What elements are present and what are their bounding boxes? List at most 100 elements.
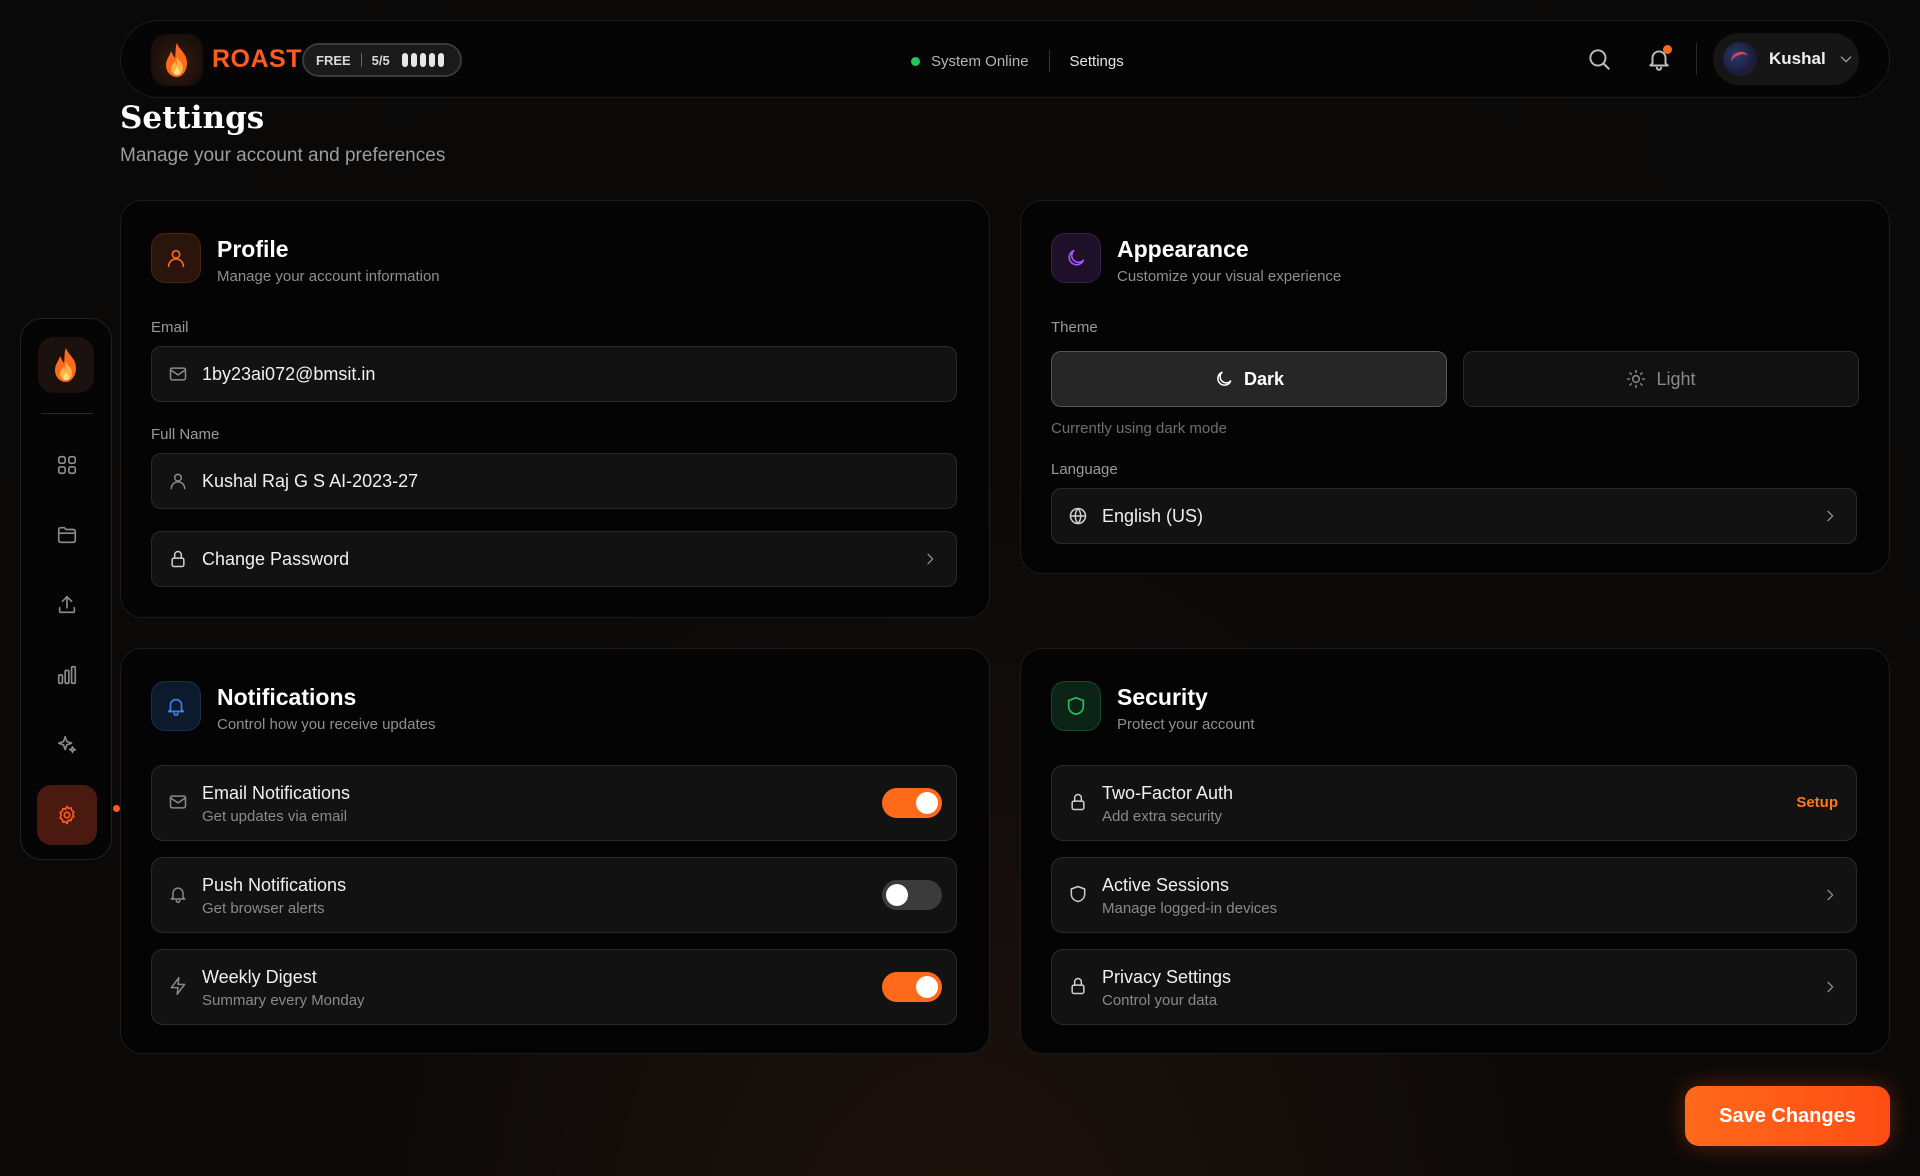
sidebar-item-ai[interactable] <box>45 723 89 767</box>
card-title: Profile <box>217 236 289 262</box>
save-changes-button[interactable]: Save Changes <box>1685 1086 1890 1146</box>
user-icon <box>168 471 188 491</box>
setup-2fa-button[interactable]: Setup <box>1796 794 1838 811</box>
email-label: Email <box>151 319 189 336</box>
card-subtitle: Protect your account <box>1117 716 1255 733</box>
header-divider <box>1048 50 1050 72</box>
card-title: Appearance <box>1117 236 1249 262</box>
shield-icon <box>1068 884 1088 904</box>
upload-icon <box>56 594 78 616</box>
full-name-value: Kushal Raj G S AI-2023-27 <box>202 470 419 491</box>
plan-badge[interactable]: FREE 5/5 <box>302 43 462 77</box>
email-value: 1by23ai072@bmsit.in <box>202 363 376 384</box>
bell-icon <box>151 681 201 731</box>
card-title: Security <box>1117 684 1208 710</box>
bell-icon[interactable] <box>1646 45 1672 72</box>
row-title: Push Notifications <box>202 875 347 895</box>
full-name-field[interactable]: Kushal Raj G S AI-2023-27 <box>151 453 957 509</box>
mail-icon <box>168 364 188 384</box>
row-title: Weekly Digest <box>202 967 317 987</box>
header-divider <box>1696 43 1697 75</box>
notifications-card: Notifications Control how you receive up… <box>120 648 990 1054</box>
chevron-right-icon <box>1822 887 1838 903</box>
weekly-digest-toggle[interactable] <box>882 972 942 1002</box>
sidebar-item-analytics[interactable] <box>45 653 89 697</box>
row-subtitle: Manage logged-in devices <box>1102 900 1278 917</box>
row-subtitle: Get browser alerts <box>202 900 325 917</box>
flame-icon[interactable] <box>38 337 94 393</box>
row-title: Email Notifications <box>202 783 351 803</box>
chevron-right-icon <box>1822 508 1838 524</box>
avatar <box>1723 42 1757 76</box>
brand-name[interactable]: ROAST <box>212 45 302 74</box>
security-row-2fa[interactable]: Two-Factor Auth Add extra security Setup <box>1051 765 1857 841</box>
full-name-label: Full Name <box>151 426 220 443</box>
sidebar <box>20 318 120 860</box>
bar-chart-icon <box>56 664 78 686</box>
notification-row-digest: Weekly Digest Summary every Monday <box>151 949 957 1025</box>
notification-dot <box>1663 45 1672 54</box>
breadcrumb[interactable]: Settings <box>1070 53 1124 70</box>
gear-icon <box>56 804 78 826</box>
top-header: ROAST FREE 5/5 System Online Settings Ku… <box>120 20 1890 98</box>
folder-icon <box>56 524 78 546</box>
email-field[interactable]: 1by23ai072@bmsit.in <box>151 346 957 402</box>
sparkles-icon <box>56 734 78 756</box>
theme-label: Theme <box>1051 319 1098 336</box>
grid-icon <box>56 454 78 476</box>
shield-icon <box>1051 681 1101 731</box>
card-subtitle: Manage your account information <box>217 268 440 285</box>
sidebar-item-upload[interactable] <box>45 583 89 627</box>
chevron-right-icon <box>1822 979 1838 995</box>
search-icon[interactable] <box>1586 46 1612 72</box>
card-title: Notifications <box>217 684 357 710</box>
sidebar-item-dashboard[interactable] <box>45 443 89 487</box>
change-password-label: Change Password <box>202 548 350 569</box>
plan-label: FREE <box>316 52 351 68</box>
theme-dark-button[interactable]: Dark <box>1051 351 1447 407</box>
active-indicator <box>113 805 120 812</box>
sidebar-item-files[interactable] <box>45 513 89 557</box>
moon-icon <box>1051 233 1101 283</box>
card-subtitle: Control how you receive updates <box>217 716 436 733</box>
globe-icon <box>1068 506 1088 526</box>
chevron-right-icon <box>922 551 938 567</box>
row-title: Two-Factor Auth <box>1102 783 1234 803</box>
user-name: Kushal <box>1769 49 1826 68</box>
language-select[interactable]: English (US) <box>1051 488 1857 544</box>
notification-row-email: Email Notifications Get updates via emai… <box>151 765 957 841</box>
status-text: System Online <box>931 52 1029 70</box>
plan-divider <box>360 53 362 67</box>
sun-icon <box>1626 369 1656 389</box>
language-label: Language <box>1051 461 1118 478</box>
flame-icon[interactable] <box>151 34 203 86</box>
theme-light-button[interactable]: Light <box>1463 351 1859 407</box>
row-title: Privacy Settings <box>1102 967 1232 987</box>
row-subtitle: Control your data <box>1102 992 1218 1009</box>
sidebar-divider <box>41 413 93 414</box>
row-subtitle: Summary every Monday <box>202 992 365 1009</box>
appearance-card: Appearance Customize your visual experie… <box>1020 200 1890 574</box>
lock-icon <box>1068 792 1088 812</box>
page-title: Settings <box>120 100 265 136</box>
sidebar-item-settings[interactable] <box>37 785 97 845</box>
lock-icon <box>1068 976 1088 996</box>
notification-row-push: Push Notifications Get browser alerts <box>151 857 957 933</box>
row-title: Active Sessions <box>1102 875 1230 895</box>
push-notifications-toggle[interactable] <box>882 880 942 910</box>
bell-icon <box>168 884 188 904</box>
user-menu[interactable]: Kushal <box>1713 33 1859 85</box>
theme-light-label: Light <box>1656 368 1696 389</box>
page-subtitle: Manage your account and preferences <box>120 145 446 166</box>
security-row-sessions[interactable]: Active Sessions Manage logged-in devices <box>1051 857 1857 933</box>
chevron-down-icon <box>1838 51 1854 67</box>
mail-icon <box>168 792 188 812</box>
security-card: Security Protect your account Two-Factor… <box>1020 648 1890 1054</box>
security-row-privacy[interactable]: Privacy Settings Control your data <box>1051 949 1857 1025</box>
theme-hint: Currently using dark mode <box>1051 420 1227 437</box>
lightning-icon <box>168 976 188 996</box>
theme-dark-label: Dark <box>1243 368 1285 389</box>
change-password-button[interactable]: Change Password <box>151 531 957 587</box>
lock-icon <box>168 549 188 569</box>
email-notifications-toggle[interactable] <box>882 788 942 818</box>
